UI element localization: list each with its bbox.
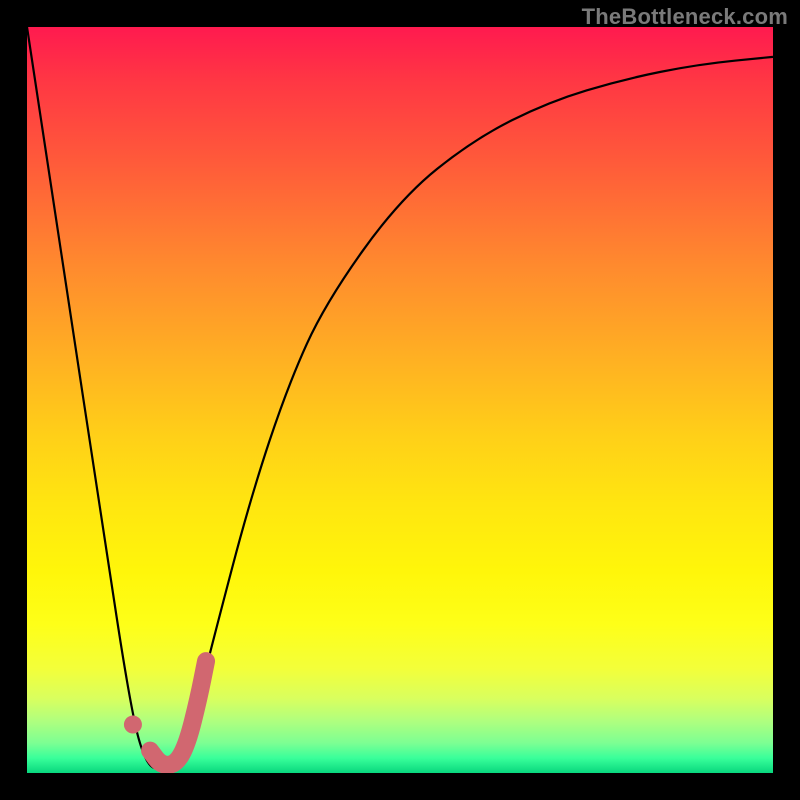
watermark-text: TheBottleneck.com bbox=[582, 4, 788, 30]
plot-area bbox=[27, 27, 773, 773]
chart-svg bbox=[27, 27, 773, 773]
highlight-dot bbox=[124, 716, 142, 734]
chart-frame: TheBottleneck.com bbox=[0, 0, 800, 800]
highlight-hook bbox=[150, 661, 206, 765]
bottleneck-curve bbox=[27, 27, 773, 769]
